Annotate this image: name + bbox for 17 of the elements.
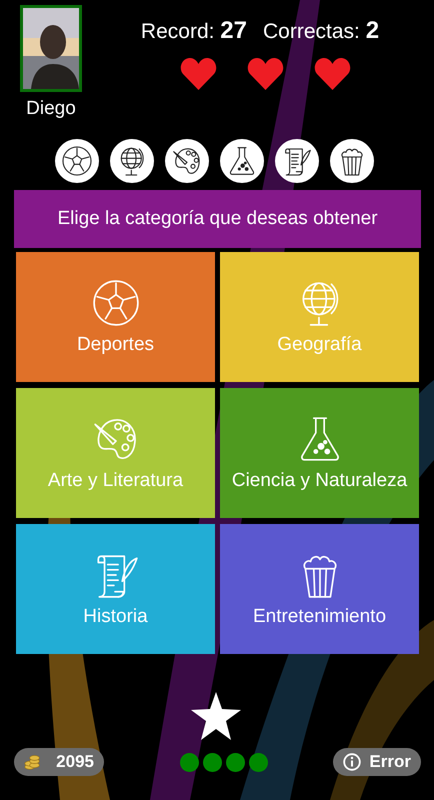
- coin-amount: 2095: [56, 752, 94, 772]
- star-icon[interactable]: [191, 692, 241, 740]
- info-icon: [343, 753, 362, 771]
- player-name: Diego: [26, 98, 76, 120]
- soccer-ball-icon: [60, 145, 92, 177]
- category-tile[interactable]: Historia: [16, 524, 215, 654]
- category-tile[interactable]: Entretenimiento: [220, 524, 419, 654]
- correct-count: Correctas: 2: [263, 17, 380, 45]
- category-tile[interactable]: Ciencia y Naturaleza: [220, 388, 419, 518]
- error-button[interactable]: Error: [333, 748, 421, 776]
- category-tile[interactable]: Deportes: [16, 252, 215, 382]
- soccer-ball-icon: [90, 278, 140, 328]
- coins-icon: [24, 752, 40, 772]
- category-tile[interactable]: Arte y Literatura: [16, 388, 215, 518]
- prompt-banner: Elige la categoría que deseas obtener: [14, 190, 421, 248]
- category-tile[interactable]: Geografía: [220, 252, 419, 382]
- record-score: Record: 27: [140, 17, 247, 45]
